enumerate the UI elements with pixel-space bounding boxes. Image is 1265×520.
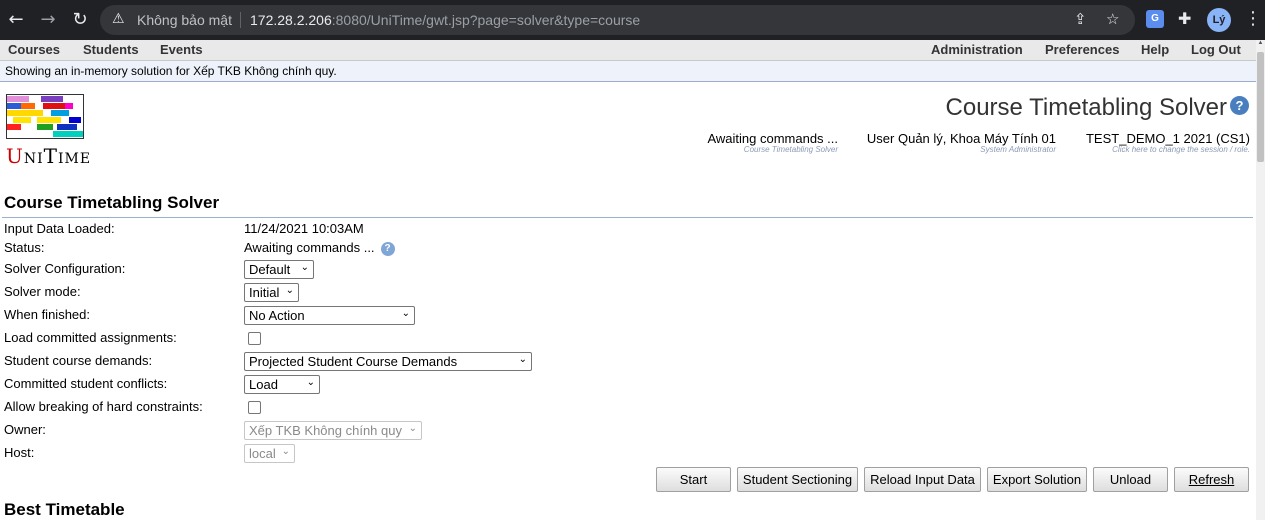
student-course-demands-select[interactable]: Projected Student Course Demands ⌄ xyxy=(244,352,532,371)
warning-icon[interactable]: ⚠ xyxy=(112,11,125,27)
chevron-down-icon: ⌄ xyxy=(401,308,410,319)
page-title: Course Timetabling Solver xyxy=(945,94,1227,121)
back-icon[interactable]: ← xyxy=(4,8,28,32)
load-committed-checkbox[interactable] xyxy=(248,332,261,345)
url-path: :8080/UniTime/gwt.jsp?page=solver&type=c… xyxy=(331,12,641,28)
section-title: Course Timetabling Solver xyxy=(4,193,220,212)
profile-avatar[interactable]: Lý xyxy=(1207,8,1231,32)
input-data-loaded-label: Input Data Loaded: xyxy=(4,221,115,236)
menu-administration[interactable]: Administration xyxy=(931,42,1023,57)
student-sectioning-button[interactable]: Student Sectioning xyxy=(737,467,858,492)
status-value: Awaiting commands ... xyxy=(244,240,375,255)
chevron-down-icon: ⌄ xyxy=(408,423,417,434)
address-bar[interactable]: ⚠ Không bảo mật 172.28.2.206:8080/UniTim… xyxy=(100,5,1135,35)
load-committed-label: Load committed assignments: xyxy=(4,330,177,345)
header-user-sub: System Administrator xyxy=(980,145,1056,154)
owner-select: Xếp TKB Không chính quy ⌄ xyxy=(244,421,422,440)
chevron-down-icon: ⌄ xyxy=(281,446,290,457)
student-course-demands-label: Student course demands: xyxy=(4,353,153,368)
info-message-bar: Showing an in-memory solution for Xếp TK… xyxy=(0,61,1256,82)
chevron-down-icon: ⌄ xyxy=(285,285,294,296)
header-session-sub: Click here to change the session / role. xyxy=(1112,145,1250,154)
url-host: 172.28.2.206 xyxy=(250,12,332,28)
status-value-row: Awaiting commands ...? xyxy=(244,240,395,256)
bookmark-star-icon[interactable]: ☆ xyxy=(1106,10,1119,28)
header-status-sub: Course Timetabling Solver xyxy=(743,145,838,154)
refresh-button-label: Refresh xyxy=(1188,472,1235,487)
best-timetable-title: Best Timetable xyxy=(4,500,125,519)
menu-help[interactable]: Help xyxy=(1141,42,1169,57)
unitime-logo[interactable]: UniTime xyxy=(6,94,90,172)
share-icon[interactable]: ⇪ xyxy=(1074,10,1087,28)
header-session[interactable]: TEST_DEMO_1 2021 (CS1) Click here to cha… xyxy=(1086,131,1250,154)
export-solution-button[interactable]: Export Solution xyxy=(987,467,1087,492)
student-course-demands-value: Projected Student Course Demands xyxy=(249,354,458,369)
host-value: local xyxy=(249,446,276,461)
reload-icon[interactable]: ↻ xyxy=(68,8,92,32)
security-label[interactable]: Không bảo mật xyxy=(137,12,232,28)
logo-wordmark-initial: U xyxy=(6,144,24,168)
forward-icon[interactable]: → xyxy=(36,8,60,32)
committed-student-conflicts-value: Load xyxy=(249,377,278,392)
chevron-down-icon: ⌄ xyxy=(306,377,315,388)
unload-button[interactable]: Unload xyxy=(1093,467,1168,492)
input-data-loaded-value: 11/24/2021 10:03AM xyxy=(244,221,364,236)
header-user-main: User Quản lý, Khoa Máy Tính 01 xyxy=(866,131,1056,146)
solver-mode-label: Solver mode: xyxy=(4,284,81,299)
owner-label: Owner: xyxy=(4,422,46,437)
page-scrollbar[interactable]: ▲ xyxy=(1256,40,1265,520)
menu-events[interactable]: Events xyxy=(160,42,203,57)
scroll-up-icon[interactable]: ▲ xyxy=(1256,40,1265,50)
scrollbar-thumb[interactable] xyxy=(1257,52,1264,162)
address-separator xyxy=(240,12,241,28)
status-help-icon[interactable]: ? xyxy=(380,241,395,256)
committed-student-conflicts-select[interactable]: Load ⌄ xyxy=(244,375,320,394)
when-finished-label: When finished: xyxy=(4,307,90,322)
when-finished-select[interactable]: No Action ⌄ xyxy=(244,306,415,325)
chevron-down-icon: ⌄ xyxy=(518,354,527,365)
start-button[interactable]: Start xyxy=(656,467,731,492)
refresh-button[interactable]: Refresh xyxy=(1174,467,1249,492)
solver-mode-select[interactable]: Initial ⌄ xyxy=(244,283,299,302)
reload-input-data-button[interactable]: Reload Input Data xyxy=(864,467,981,492)
logo-grid-graphic xyxy=(6,94,84,139)
solver-configuration-select[interactable]: Default ⌄ xyxy=(244,260,314,279)
host-select: local ⌄ xyxy=(244,444,295,463)
status-label: Status: xyxy=(4,240,45,255)
solver-mode-value: Initial xyxy=(249,285,280,300)
host-label: Host: xyxy=(4,445,35,460)
menu-log-out[interactable]: Log Out xyxy=(1191,42,1241,57)
logo-wordmark-rest: niTime xyxy=(23,144,92,168)
solver-configuration-value: Default xyxy=(249,262,291,277)
section-divider xyxy=(2,217,1253,218)
translate-extension-icon[interactable]: G xyxy=(1146,10,1164,28)
header-session-main: TEST_DEMO_1 2021 (CS1) xyxy=(1085,131,1250,146)
extensions-puzzle-icon[interactable]: ✚ xyxy=(1178,9,1191,28)
main-menu-bar: Courses Students Events Administration P… xyxy=(0,40,1256,61)
committed-student-conflicts-label: Committed student conflicts: xyxy=(4,376,168,391)
logo-wordmark: UniTime xyxy=(6,144,91,168)
help-icon[interactable]: ? xyxy=(1230,96,1249,115)
owner-value: Xếp TKB Không chính quy xyxy=(249,423,402,438)
header-status-main: Awaiting commands ... xyxy=(707,131,838,146)
allow-breaking-checkbox[interactable] xyxy=(248,401,261,414)
header-solver-status[interactable]: Awaiting commands ... Course Timetabling… xyxy=(707,131,838,154)
url-text[interactable]: 172.28.2.206:8080/UniTime/gwt.jsp?page=s… xyxy=(250,12,640,28)
allow-breaking-label: Allow breaking of hard constraints: xyxy=(4,399,203,414)
browser-menu-icon[interactable]: ⋮ xyxy=(1244,8,1262,29)
menu-preferences[interactable]: Preferences xyxy=(1045,42,1119,57)
when-finished-value: No Action xyxy=(249,308,305,323)
header-user[interactable]: User Quản lý, Khoa Máy Tính 01 System Ad… xyxy=(867,131,1056,154)
menu-students[interactable]: Students xyxy=(83,42,139,57)
browser-toolbar: ← → ↻ ⚠ Không bảo mật 172.28.2.206:8080/… xyxy=(0,0,1265,40)
chevron-down-icon: ⌄ xyxy=(300,262,309,273)
menu-courses[interactable]: Courses xyxy=(8,42,60,57)
solver-configuration-label: Solver Configuration: xyxy=(4,261,126,276)
